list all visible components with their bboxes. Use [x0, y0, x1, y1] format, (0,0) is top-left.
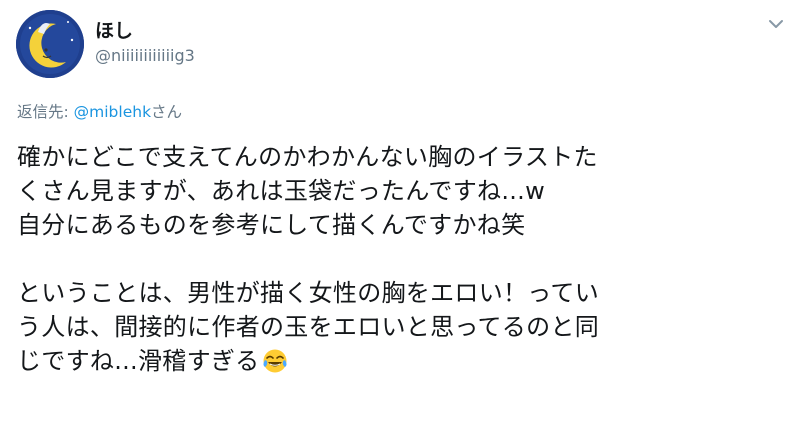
tweet-text-line: ということは、男性が描く女性の胸をエロい！ってい — [17, 279, 599, 307]
tweet-text-last-segment: じですね...滑稽すぎる — [17, 347, 260, 375]
reply-mention-link[interactable]: @miblehk — [74, 103, 151, 121]
tweet-text-line: 確かにどこで支えてんのかわかんない胸のイラストた — [17, 143, 598, 171]
chevron-down-icon[interactable] — [764, 12, 788, 36]
tweet-card: ほし @niiiiiiiiiiiig3 返信先: @miblehkさん 確かにど… — [0, 0, 800, 439]
avatar[interactable] — [16, 10, 84, 78]
tweet-text-line: う人は、間接的に作者の玉をエロいと思ってるのと同 — [17, 313, 599, 341]
reply-prefix: 返信先: — [17, 103, 74, 121]
moon-avatar-icon — [16, 10, 84, 78]
tweet-text-line: くさん見ますが、あれは玉袋だったんですね...w — [17, 177, 546, 205]
display-name[interactable]: ほし — [95, 16, 133, 43]
tears-of-joy-emoji-icon — [262, 348, 288, 374]
tweet-text-line-last: じですね...滑稽すぎる — [17, 344, 787, 378]
reply-suffix: さん — [151, 103, 183, 121]
user-handle[interactable]: @niiiiiiiiiiiig3 — [95, 46, 195, 65]
reply-context: 返信先: @miblehkさん — [17, 100, 182, 122]
tweet-text-line: 自分にあるものを参考にして描くんですかね笑 — [17, 211, 526, 239]
tweet-text: 確かにどこで支えてんのかわかんない胸のイラストた くさん見ますが、あれは玉袋だっ… — [17, 140, 787, 378]
